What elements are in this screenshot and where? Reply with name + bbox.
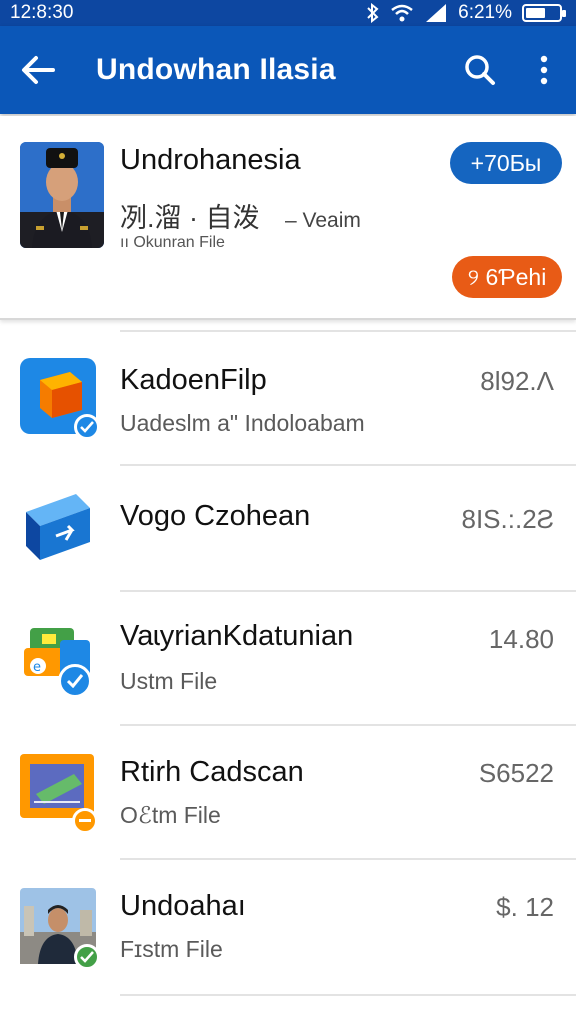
- bluetooth-icon: [367, 3, 379, 23]
- document-chart-icon: [20, 754, 100, 834]
- profile-avatar: [20, 142, 104, 248]
- file-value: S6522: [478, 758, 554, 788]
- minus-icon: [79, 819, 91, 822]
- profile-subtitle-main: 冽.溜 · 自泼: [120, 203, 260, 233]
- badge-bottom[interactable]: ୨ 6Ƥehi: [452, 256, 562, 298]
- box-cube-icon: [20, 358, 100, 440]
- profile-meta: ıı Okunran File: [120, 234, 225, 251]
- file-name: Vogo Czohean: [120, 500, 311, 532]
- more-vert-icon: [540, 55, 548, 85]
- person-photo-icon: [20, 142, 104, 248]
- back-button[interactable]: [0, 26, 76, 114]
- back-arrow-icon: [22, 56, 55, 84]
- profile-subtitle-suffix: – Veaim: [285, 209, 361, 232]
- badge-top[interactable]: +70Ƃы: [450, 142, 562, 184]
- file-detail: Oℰtm File: [120, 802, 221, 828]
- status-time: 12:8:30: [10, 2, 74, 23]
- check-icon: [80, 951, 94, 963]
- file-value: $. 12: [496, 892, 554, 922]
- page-title: Undowhan Ilasia: [96, 53, 336, 86]
- profile-name: Undrohanesia: [120, 144, 301, 176]
- svg-text:e: e: [33, 660, 41, 675]
- list-divider: [120, 330, 576, 332]
- file-value: 8Ɩ92.Ʌ: [480, 366, 554, 396]
- check-badge: [74, 414, 100, 440]
- battery-percent: 6:21%: [458, 2, 512, 23]
- file-value: 8ΙS.:.2Ƨ: [461, 504, 555, 534]
- list-item[interactable]: Rtirh Cadscan Oℰtm File S6522: [0, 726, 576, 860]
- wifi-icon: [391, 4, 413, 22]
- list-item[interactable]: KadoenFilp Uadeslm a" Indoloabam 8Ɩ92.Ʌ: [0, 346, 576, 466]
- profile-card[interactable]: Undrohanesia 冽.溜 · 自泼 – Veaim ıı Okunran…: [0, 116, 576, 320]
- app-bar: Undowhan Ilasia: [0, 26, 576, 114]
- blue-cube-icon: [20, 486, 100, 566]
- row-divider: [120, 994, 576, 996]
- file-name: Undoahaı: [120, 890, 246, 922]
- list-item[interactable]: Undoahaı Fɪstm File $. 12: [0, 860, 576, 996]
- person-photo-icon: [20, 888, 100, 970]
- file-detail: Ustm File: [120, 668, 218, 694]
- search-button[interactable]: [448, 26, 512, 114]
- file-name: VaɩyrianKdatunian: [120, 620, 354, 652]
- file-value: 14.80: [488, 624, 554, 654]
- file-name: KadoenFilp: [120, 364, 267, 396]
- list-item[interactable]: e VaɩyrianKdatunian Ustm File 14.80: [0, 592, 576, 726]
- battery-level: [526, 8, 546, 18]
- file-detail: Uadeslm a" Indoloabam: [120, 410, 365, 436]
- status-bar: 12:8:30 6:21%: [0, 0, 576, 26]
- check-badge: [74, 944, 100, 970]
- minus-badge: [72, 808, 98, 834]
- file-name: Rtirh Cadscan: [120, 756, 304, 788]
- profile-subtitle: 冽.溜 · 自泼 – Veaim: [120, 196, 361, 235]
- stacked-boxes-icon: e: [20, 620, 100, 700]
- list-item[interactable]: Vogo Czohean 8ΙS.:.2Ƨ: [0, 466, 576, 592]
- signal-icon: [426, 4, 447, 22]
- file-detail: Fɪstm File: [120, 936, 223, 962]
- check-icon: [67, 674, 83, 688]
- status-icons: 6:21%: [366, 2, 566, 24]
- battery-icon: [522, 4, 566, 22]
- search-icon: [465, 55, 495, 85]
- check-badge: [58, 664, 92, 698]
- check-icon: [80, 421, 94, 433]
- more-options-button[interactable]: [512, 26, 576, 114]
